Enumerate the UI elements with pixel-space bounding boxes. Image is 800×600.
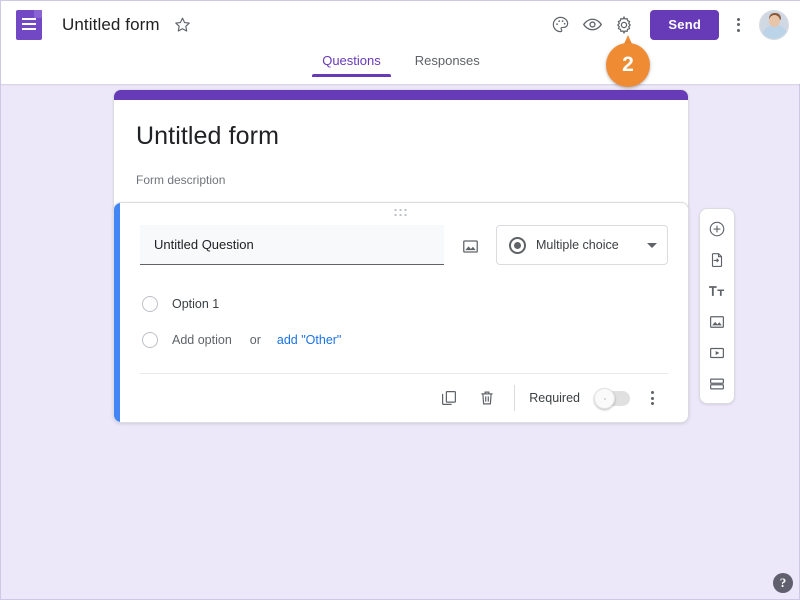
question-title-row: Untitled Question Multiple choice — [140, 225, 668, 265]
required-toggle[interactable] — [594, 387, 630, 409]
required-label: Required — [529, 391, 580, 405]
add-other-link[interactable]: add "Other" — [277, 333, 341, 347]
callout-marker-2: 2 — [606, 35, 650, 87]
trash-icon[interactable] — [470, 381, 504, 415]
help-button[interactable]: ? — [773, 573, 793, 593]
palette-icon[interactable] — [544, 9, 576, 41]
add-option-label[interactable]: Add option — [172, 333, 232, 347]
send-button[interactable]: Send — [650, 9, 719, 40]
form-description[interactable]: Form description — [136, 173, 666, 187]
form-header-card[interactable]: Untitled form Form description — [113, 89, 689, 214]
radio-empty-icon — [142, 296, 158, 312]
chevron-down-icon — [647, 242, 657, 248]
option-label[interactable]: Option 1 — [172, 297, 219, 311]
add-option-row[interactable]: Add option or add "Other" — [142, 323, 668, 357]
user-avatar[interactable] — [759, 9, 789, 40]
option-row[interactable]: Option 1 — [142, 287, 668, 321]
question-type-select[interactable]: Multiple choice — [496, 225, 668, 265]
tab-responses[interactable]: Responses — [405, 48, 490, 77]
topbar-shadow — [1, 84, 800, 86]
add-section-button[interactable] — [702, 370, 732, 397]
add-video-button[interactable] — [702, 339, 732, 366]
callout-number: 2 — [622, 53, 634, 76]
question-title-text: Untitled Question — [154, 237, 254, 252]
question-more-options-icon[interactable] — [640, 383, 664, 413]
add-title-description-button[interactable] — [702, 277, 732, 304]
footer-divider — [514, 385, 516, 411]
question-footer-toolbar: Required — [140, 374, 668, 422]
radio-filled-icon — [509, 236, 526, 254]
star-outline-icon[interactable] — [172, 14, 194, 36]
add-image-icon[interactable] — [458, 234, 482, 258]
question-card[interactable]: Untitled Question Multiple choice Option… — [113, 202, 689, 423]
tab-questions[interactable]: Questions — [312, 48, 391, 77]
question-selected-indicator — [114, 203, 120, 422]
form-accent-bar — [114, 90, 688, 100]
question-type-label: Multiple choice — [536, 238, 619, 252]
document-title[interactable]: Untitled form — [62, 15, 160, 35]
add-image-button[interactable] — [702, 308, 732, 335]
question-title-input[interactable]: Untitled Question — [140, 225, 444, 265]
duplicate-icon[interactable] — [432, 381, 466, 415]
eye-icon[interactable] — [576, 9, 608, 41]
add-question-button[interactable] — [702, 215, 732, 242]
radio-empty-icon — [142, 332, 158, 348]
add-option-or: or — [249, 333, 261, 347]
form-tabs: Questions Responses — [1, 48, 800, 84]
form-title[interactable]: Untitled form — [136, 122, 666, 157]
add-item-toolbar — [699, 208, 735, 404]
more-options-icon[interactable] — [725, 10, 751, 40]
forms-document-icon[interactable] — [16, 9, 42, 40]
import-questions-button[interactable] — [702, 246, 732, 273]
question-options-list: Option 1 Add option or add "Other" — [140, 287, 668, 357]
drag-handle-icon[interactable] — [394, 209, 408, 217]
top-app-bar: Untitled form Send — [1, 1, 800, 48]
